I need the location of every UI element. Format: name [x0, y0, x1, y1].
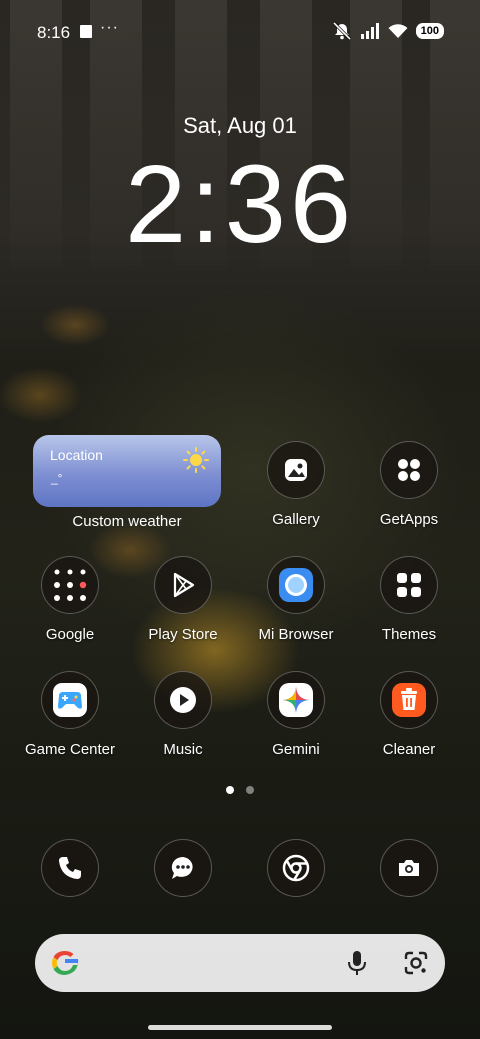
phone-icon — [59, 857, 81, 879]
app-google-folder[interactable]: Google — [15, 556, 125, 643]
home-gesture-bar[interactable] — [148, 1025, 332, 1030]
app-getapps[interactable]: GetApps — [354, 441, 464, 528]
app-label: Themes — [381, 626, 437, 643]
gemini-icon — [279, 683, 313, 717]
app-label: GetApps — [379, 511, 439, 528]
weather-widget[interactable]: Location _° — [33, 435, 221, 507]
game-center-icon — [53, 683, 87, 717]
status-time: 8:16 — [37, 23, 71, 42]
dock-camera[interactable] — [354, 839, 464, 897]
page-dot[interactable] — [246, 786, 254, 794]
getapps-icon — [398, 459, 420, 481]
mi-browser-icon — [279, 568, 313, 602]
chrome-icon — [282, 854, 310, 882]
notification-icon — [80, 25, 92, 38]
app-game-center[interactable]: Game Center — [15, 671, 125, 758]
battery-indicator: 100 — [415, 23, 444, 39]
weather-widget-label: Custom weather — [72, 513, 182, 530]
app-label: Play Store — [148, 626, 218, 643]
weather-temperature: _° — [51, 471, 63, 485]
app-themes[interactable]: Themes — [354, 556, 464, 643]
clock-text[interactable]: 2:36 — [0, 135, 480, 275]
app-mi-browser[interactable]: Mi Browser — [241, 556, 351, 643]
more-notifications-icon: ··· — [100, 19, 119, 36]
gallery-icon — [285, 459, 307, 481]
app-gemini[interactable]: Gemini — [241, 671, 351, 758]
app-cleaner[interactable]: Cleaner — [354, 671, 464, 758]
dock-phone[interactable] — [15, 839, 125, 897]
music-icon — [170, 687, 196, 713]
wifi-icon — [388, 24, 408, 38]
messages-icon — [171, 856, 193, 879]
app-music[interactable]: Music — [128, 671, 238, 758]
app-label: Gemini — [272, 741, 320, 758]
page-indicator — [226, 786, 254, 794]
app-label: Music — [163, 741, 203, 758]
camera-icon — [399, 860, 419, 876]
play-store-icon — [173, 572, 195, 598]
app-label: Mi Browser — [258, 626, 334, 643]
dock-chrome[interactable] — [241, 839, 351, 897]
sun-icon — [183, 447, 209, 473]
google-search-bar[interactable] — [35, 934, 445, 992]
status-bar: 8:16 ··· 100 — [0, 0, 480, 64]
app-gallery[interactable]: Gallery — [241, 441, 351, 528]
app-label: Game Center — [24, 741, 116, 758]
page-dot-active[interactable] — [226, 786, 234, 794]
google-logo-icon — [52, 951, 79, 975]
weather-location: Location — [50, 447, 103, 463]
mute-icon — [332, 22, 351, 40]
google-folder-icon — [54, 569, 87, 601]
dock-messages[interactable] — [128, 839, 238, 897]
google-lens-icon[interactable] — [403, 950, 429, 976]
app-label: Cleaner — [382, 741, 436, 758]
signal-icon — [360, 23, 379, 39]
microphone-icon[interactable] — [347, 950, 367, 976]
app-label: Gallery — [272, 511, 320, 528]
cleaner-icon — [392, 683, 426, 717]
app-play-store[interactable]: Play Store — [128, 556, 238, 643]
themes-icon — [397, 573, 421, 597]
app-label: Google — [45, 626, 95, 643]
